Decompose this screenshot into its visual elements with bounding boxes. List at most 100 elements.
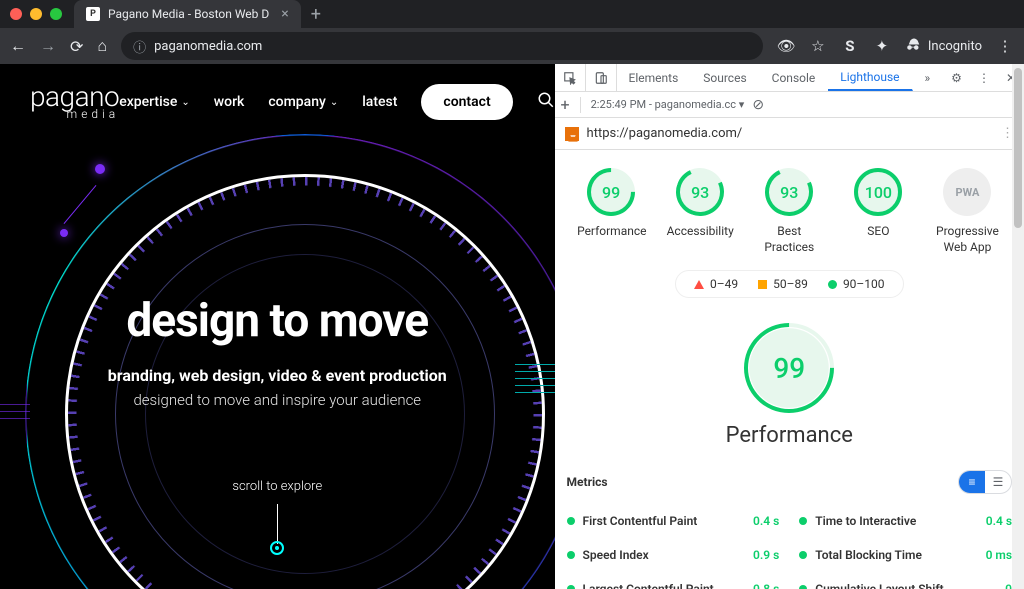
new-report-button[interactable]: + <box>561 95 570 114</box>
metric-tbt: Total Blocking Time 0 ms <box>799 540 1012 570</box>
scrollbar[interactable] <box>1012 64 1024 589</box>
close-window-button[interactable] <box>10 8 22 20</box>
report-label: 2:25:49 PM - paganomedia.cc <box>591 98 736 111</box>
contact-button[interactable]: contact <box>421 84 512 120</box>
nav-company[interactable]: company⌄ <box>268 94 338 110</box>
nav-label: expertise <box>119 94 177 110</box>
toggle-expanded-icon: ≡ <box>959 471 985 493</box>
address-bar[interactable]: ⓘ paganomedia.com <box>121 32 763 60</box>
nav-latest[interactable]: latest <box>362 94 397 110</box>
tab-elements[interactable]: Elements <box>617 64 692 91</box>
site-logo[interactable]: pagano media <box>30 84 119 120</box>
back-button[interactable]: ← <box>10 36 26 56</box>
lighthouse-subbar: + 2:25:49 PM - paganomedia.cc ▾ ⊘ <box>555 92 1024 118</box>
hero-subtitle-2: designed to move and inspire your audien… <box>60 391 495 409</box>
nav-expertise[interactable]: expertise⌄ <box>119 94 190 110</box>
scroll-ring-icon <box>270 541 284 555</box>
minimize-window-button[interactable] <box>30 8 42 20</box>
tab-more[interactable]: » <box>913 64 944 91</box>
forward-button[interactable]: → <box>40 36 56 56</box>
score-row: 99 Performance 93 Accessibility 93 Best … <box>567 168 1012 255</box>
scroll-indicator[interactable]: scroll to explore <box>0 479 555 555</box>
score-seo[interactable]: 100 SEO <box>844 168 912 255</box>
hero-word: video <box>268 366 307 385</box>
score-pwa[interactable]: PWA Progressive Web App <box>933 168 1001 255</box>
square-icon <box>758 280 767 289</box>
metric-tti: Time to Interactive0.4 s <box>799 506 1012 536</box>
status-dot-icon <box>567 585 575 589</box>
window-titlebar: P Pagano Media - Boston Web D × + <box>0 0 1024 28</box>
extensions-icon[interactable]: ✦ <box>873 37 891 55</box>
extension-s-icon[interactable]: S <box>841 37 859 55</box>
metric-name: Total Blocking Time <box>815 548 922 562</box>
score-performance[interactable]: 99 Performance <box>577 168 645 255</box>
metric-name: Speed Index <box>583 548 649 562</box>
metric-lcp: Largest Contentful Paint0.8 s <box>567 574 780 589</box>
report-selector[interactable]: 2:25:49 PM - paganomedia.cc ▾ <box>591 98 745 111</box>
score-legend: 0–49 50–89 90–100 <box>675 270 904 298</box>
separator <box>580 97 581 113</box>
metric-si: Speed Index0.9 s <box>567 540 780 570</box>
nav-work[interactable]: work <box>214 94 245 110</box>
reload-button[interactable]: ⟳ <box>70 37 83 56</box>
triangle-icon <box>694 280 704 289</box>
chevron-down-icon: ▾ <box>739 98 745 111</box>
website-viewport: pagano media expertise⌄ work company⌄ la… <box>0 64 555 589</box>
metric-value: 0.4 s <box>753 514 779 528</box>
inspect-element-icon[interactable] <box>555 64 586 91</box>
legend-text: 0–49 <box>710 277 738 291</box>
gauge-value: 100 <box>865 183 892 202</box>
maximize-window-button[interactable] <box>50 8 62 20</box>
decor-line <box>64 185 97 224</box>
bookmark-icon[interactable]: ☆ <box>809 37 827 55</box>
metric-value: 0 ms <box>986 548 1012 562</box>
site-nav: pagano media expertise⌄ work company⌄ la… <box>30 84 525 120</box>
status-dot-icon <box>567 517 575 525</box>
status-dot-icon <box>799 551 807 559</box>
site-info-icon[interactable]: ⓘ <box>133 37 146 56</box>
decor-dot <box>95 164 105 174</box>
search-icon[interactable] <box>537 91 555 113</box>
metrics-view-toggle[interactable]: ≡ ☰ <box>958 470 1012 494</box>
tab-console[interactable]: Console <box>760 64 829 91</box>
nav-label: latest <box>362 94 397 110</box>
metric-fcp: First Contentful Paint0.4 s <box>567 506 780 536</box>
hero: design to move branding, web design, vid… <box>0 294 555 409</box>
home-button[interactable]: ⌂ <box>97 36 107 56</box>
legend-avg: 50–89 <box>758 277 808 291</box>
gauge-label: SEO <box>844 224 912 240</box>
new-tab-button[interactable]: + <box>311 4 321 25</box>
devtools-more-icon[interactable]: ⋮ <box>970 64 998 91</box>
hero-amp: & <box>307 366 325 385</box>
metric-value: 0 <box>1005 582 1012 589</box>
status-dot-icon <box>799 585 807 589</box>
gauge-icon: 93 <box>676 168 724 216</box>
tab-title: Pagano Media - Boston Web D <box>108 7 269 21</box>
clear-icon[interactable]: ⊘ <box>752 97 764 113</box>
close-tab-icon[interactable]: × <box>281 6 288 22</box>
gauge-label: Best Practices <box>755 224 823 255</box>
nav-menu: expertise⌄ work company⌄ latest contact <box>119 84 554 120</box>
incognito-badge: Incognito <box>905 37 982 55</box>
tab-sources[interactable]: Sources <box>691 64 759 91</box>
score-accessibility[interactable]: 93 Accessibility <box>666 168 734 255</box>
tab-lighthouse[interactable]: Lighthouse <box>828 64 912 91</box>
metric-name: Cumulative Layout Shift <box>815 582 943 589</box>
gauge-icon: 99 <box>587 168 635 216</box>
device-toggle-icon[interactable] <box>586 64 617 91</box>
legend-pass: 90–100 <box>828 277 885 291</box>
decor-dot <box>60 229 68 237</box>
legend-fail: 0–49 <box>694 277 738 291</box>
scrollbar-thumb[interactable] <box>1014 68 1022 228</box>
devtools-tabs: Elements Sources Console Lighthouse » ⚙ … <box>555 64 1024 92</box>
devtools-settings-icon[interactable]: ⚙ <box>943 64 970 91</box>
gauge-icon: 93 <box>765 168 813 216</box>
menu-icon[interactable]: ⋮ <box>996 37 1014 55</box>
hero-subtitle-1: branding, web design, video & event prod… <box>60 366 495 385</box>
browser-tab[interactable]: P Pagano Media - Boston Web D × <box>74 0 301 28</box>
incognito-icon <box>905 37 923 55</box>
browser-toolbar: ← → ⟳ ⌂ ⓘ paganomedia.com 👁 ☆ S ✦ Incogn… <box>0 28 1024 64</box>
eye-off-icon[interactable]: 👁 <box>777 37 795 55</box>
metrics-title: Metrics <box>567 475 608 489</box>
score-best-practices[interactable]: 93 Best Practices <box>755 168 823 255</box>
